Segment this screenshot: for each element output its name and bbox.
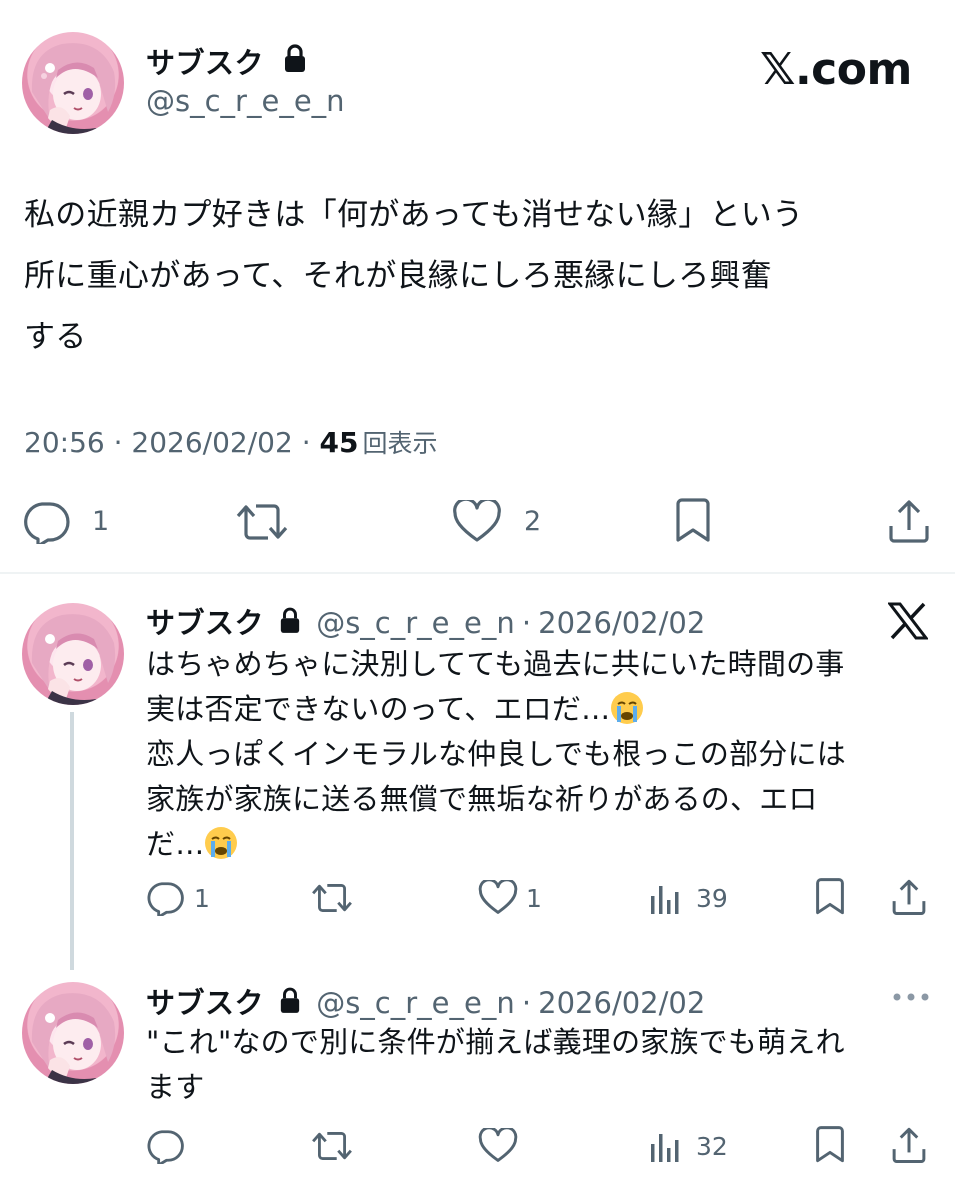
bookmark-icon[interactable] [814, 1126, 846, 1164]
tweet-date[interactable]: 2026/02/02 [131, 426, 292, 459]
reply-text: "これ"なので別に条件が揃えば義理の家族でも萌えれ ます [146, 1020, 936, 1110]
retweet-icon[interactable] [310, 1128, 354, 1164]
reply-text-line: だ… [146, 822, 936, 867]
x-logo-icon[interactable] [888, 602, 928, 640]
like-icon[interactable] [478, 880, 518, 916]
views-icon[interactable] [648, 1130, 682, 1164]
reply-text-line: ます [146, 1070, 205, 1104]
reply-count: 1 [194, 884, 210, 913]
x-com-brand: 𝕏.com [760, 44, 912, 95]
reply-text-line: 恋人っぽくインモラルな仲良しでも根っこの部分には [146, 737, 846, 771]
avatar[interactable] [22, 982, 124, 1084]
display-name[interactable]: サブスク [146, 40, 264, 82]
separator: · [521, 606, 532, 640]
tweet-text-line: 私の近親カプ好きは「何があっても消せない縁」という [24, 197, 804, 233]
retweet-icon[interactable] [234, 500, 290, 544]
reply-icon[interactable] [146, 880, 184, 916]
more-icon[interactable] [892, 992, 930, 1002]
reply-date[interactable]: 2026/02/02 [538, 606, 705, 640]
tweet-text: 私の近親カプ好きは「何があっても消せない縁」という 所に重心があって、それが良縁… [24, 192, 934, 361]
handle[interactable]: @s_c_r_e_e_n [316, 986, 515, 1020]
views-icon[interactable] [648, 882, 682, 916]
like-count: 1 [526, 884, 542, 913]
reply-text: はちゃめちゃに決別してても過去に共にいた時間の事 実は否定できないのって、エロだ… [146, 642, 936, 867]
divider [0, 572, 955, 574]
separator: · [104, 426, 132, 459]
views-count: 32 [696, 1132, 728, 1161]
reply-icon[interactable] [146, 1128, 184, 1164]
lock-icon [279, 607, 301, 635]
views-count: 45 [319, 426, 359, 459]
reply-text-line: はちゃめちゃに決別してても過去に共にいた時間の事 [146, 647, 845, 681]
avatar[interactable] [22, 603, 124, 705]
share-icon[interactable] [886, 498, 932, 544]
separator: · [521, 986, 532, 1020]
reply-count: 1 [92, 506, 110, 537]
reply-text-line: "これ"なので別に条件が揃えば義理の家族でも萌えれ [146, 1025, 845, 1059]
handle[interactable]: @s_c_r_e_e_n [316, 606, 515, 640]
display-name[interactable]: サブスク [146, 606, 264, 640]
avatar[interactable] [22, 32, 124, 134]
bookmark-icon[interactable] [674, 498, 712, 544]
reply-text-line: 実は否定できないのって、エロだ… [146, 687, 936, 732]
like-count: 2 [524, 506, 542, 537]
reply-date[interactable]: 2026/02/02 [538, 986, 705, 1020]
crying-emoji [204, 826, 238, 860]
display-name[interactable]: サブスク [146, 986, 264, 1020]
tweet-text-line: する [24, 319, 87, 355]
views-count: 39 [696, 884, 728, 913]
separator: · [292, 426, 320, 459]
share-icon[interactable] [890, 878, 928, 916]
views-label: 回表示 [362, 429, 438, 458]
thread-line [70, 712, 74, 970]
lock-icon [279, 987, 301, 1015]
reply-header: サブスク @s_c_r_e_e_n · 2026/02/02 [146, 600, 705, 642]
handle[interactable]: @s_c_r_e_e_n [146, 84, 345, 118]
reply-text-line: 家族が家族に送る無償で無垢な祈りがあるの、エロ [146, 782, 818, 816]
bookmark-icon[interactable] [814, 878, 846, 916]
tweet-meta: 20:56 · 2026/02/02 · 45 回表示 [24, 424, 437, 460]
retweet-icon[interactable] [310, 880, 354, 916]
like-icon[interactable] [452, 500, 502, 544]
lock-icon [283, 44, 307, 74]
reply-header: サブスク @s_c_r_e_e_n · 2026/02/02 [146, 980, 705, 1022]
tweet-time[interactable]: 20:56 [24, 426, 105, 459]
reply-icon[interactable] [22, 500, 70, 544]
share-icon[interactable] [890, 1126, 928, 1164]
tweet-text-line: 所に重心があって、それが良縁にしろ悪縁にしろ興奮 [24, 258, 773, 294]
crying-emoji [610, 691, 644, 725]
like-icon[interactable] [478, 1128, 518, 1164]
